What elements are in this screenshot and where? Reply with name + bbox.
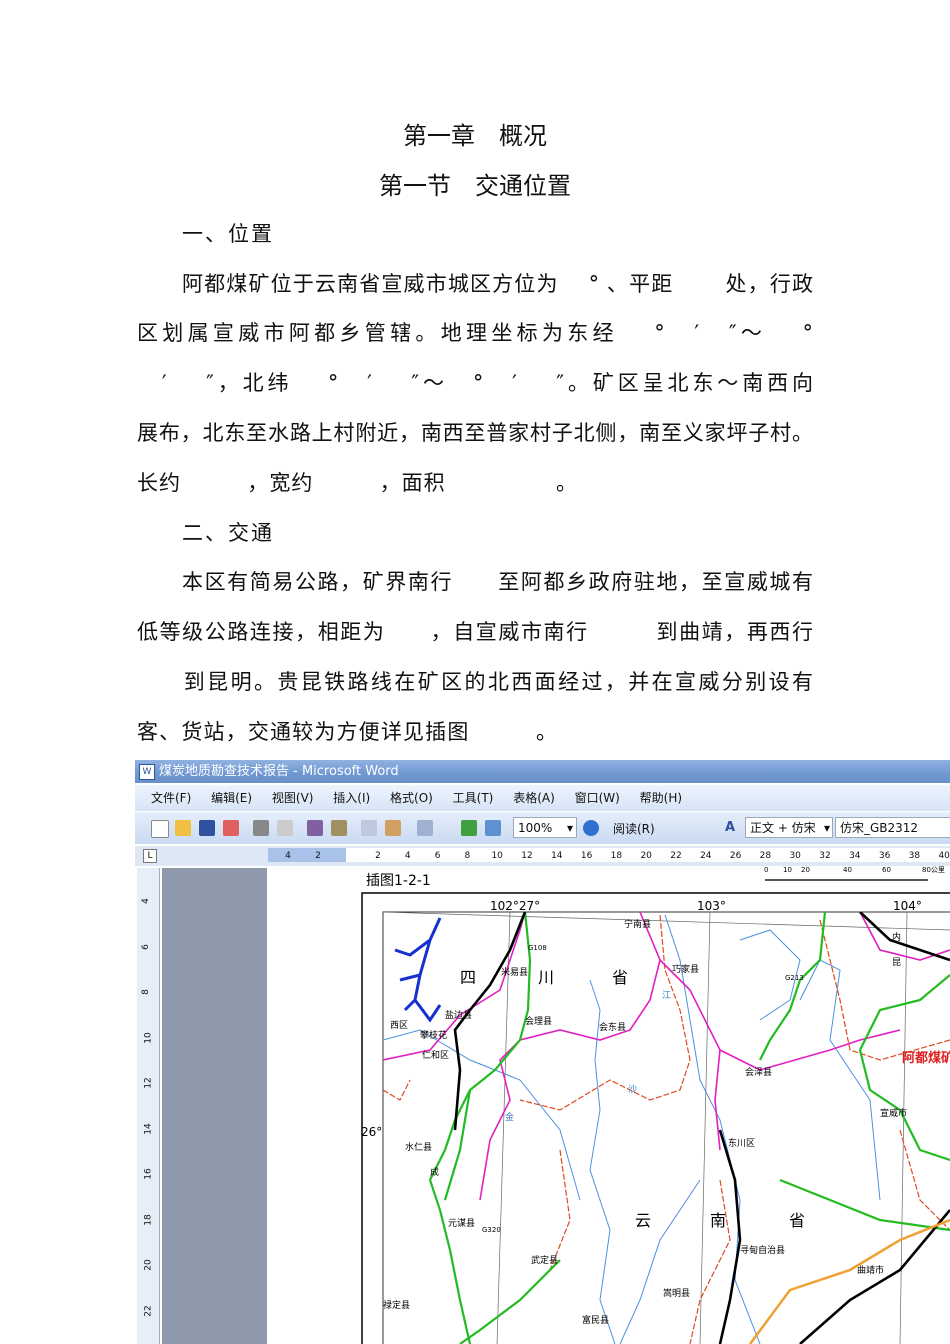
map-caption: 插图1-2-1 (366, 873, 431, 889)
place-label: 禄定县 (383, 1299, 410, 1311)
province-label: 四 (460, 968, 476, 987)
scale-label: 10 (783, 866, 792, 874)
place-label: 米易县 (501, 966, 528, 978)
boundaries (383, 912, 950, 1201)
province-label: 川 (538, 968, 554, 987)
place-label: 仁和区 (422, 1049, 449, 1061)
province-labels: 四 川 省 云 南 省 (460, 968, 805, 1230)
place-label: 会泽县 (745, 1066, 772, 1078)
place-label: 沙 (628, 1084, 637, 1095)
province-label: 云 (635, 1211, 651, 1230)
place-label: 巧家县 (672, 963, 699, 975)
place-label: 会理县 (525, 1015, 552, 1027)
latitude-label: 26° (361, 1125, 382, 1139)
place-label: 东川区 (728, 1137, 755, 1149)
place-label: 元谋县 (448, 1218, 475, 1229)
reservoir (394, 917, 442, 1023)
mine-location-label: 阿都煤矿 (902, 1050, 950, 1066)
highway (748, 1218, 950, 1344)
place-label: 寻甸自治县 (740, 1244, 785, 1256)
scale-label: 0 (764, 866, 768, 874)
place-label: 金 (505, 1111, 514, 1123)
road-code: G320 (482, 1226, 501, 1234)
place-label: 成 (430, 1166, 439, 1178)
place-label: 会东县 (599, 1021, 626, 1033)
place-label: 内 (892, 931, 901, 943)
scale-label: 40 (843, 866, 852, 874)
place-label: 西区 (390, 1020, 408, 1031)
place-label: 攀枝花 (420, 1029, 447, 1041)
map-outer-frame (361, 892, 950, 1344)
traffic-location-map: 插图1-2-1 0 10 20 40 60 80公里 102°27° 103° … (361, 866, 950, 1344)
rivers (383, 914, 881, 1344)
scale-label: 80公里 (922, 866, 945, 874)
place-label: 水仁县 (405, 1141, 432, 1153)
road-code: G108 (528, 944, 547, 952)
province-label: 南 (710, 1211, 726, 1230)
scale-bar: 0 10 20 40 60 80公里 (764, 866, 945, 881)
longitude-label: 104° (893, 899, 922, 913)
place-label: 嵩明县 (663, 1288, 690, 1299)
scale-label: 60 (882, 866, 891, 874)
place-label: 盐边县 (445, 1009, 472, 1021)
place-label: 富民县 (582, 1314, 609, 1326)
road-code: G213 (785, 974, 804, 982)
province-label: 省 (612, 968, 628, 987)
place-label: 曲靖市 (857, 1264, 884, 1276)
longitude-label: 103° (697, 899, 726, 913)
place-label: 宣威市 (880, 1107, 907, 1119)
place-label: 昆 (892, 957, 901, 968)
place-label: 武定县 (531, 1254, 558, 1266)
scale-label: 20 (801, 866, 810, 874)
longitude-label: 102°27° (490, 899, 540, 913)
province-label: 省 (789, 1211, 805, 1230)
place-label: 江 (662, 990, 671, 1001)
place-label: 宁南县 (624, 918, 651, 930)
